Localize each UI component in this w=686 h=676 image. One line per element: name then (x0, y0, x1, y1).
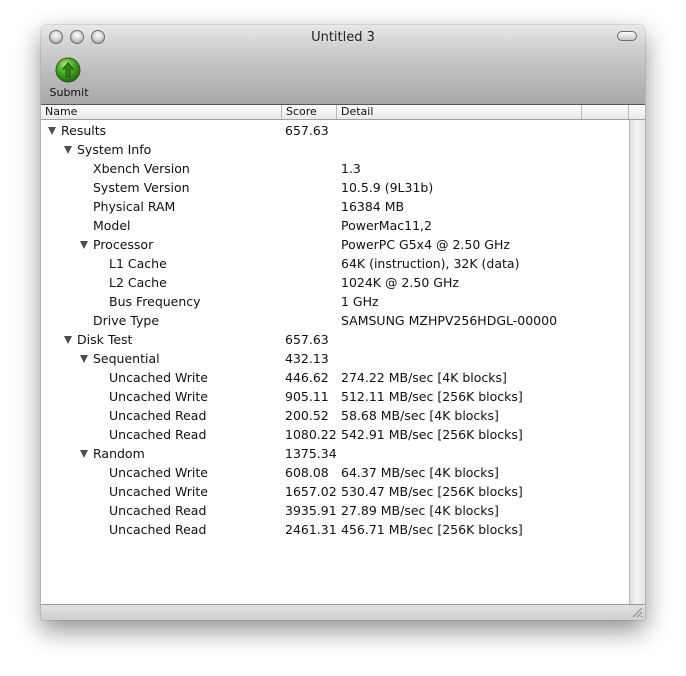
titlebar[interactable]: Untitled 3 Submit (41, 25, 645, 105)
row-score: 657.63 (285, 123, 329, 138)
row-detail: 64.37 MB/sec [4K blocks] (341, 465, 499, 480)
submit-label: Submit (49, 86, 89, 99)
row-detail: 58.68 MB/sec [4K blocks] (341, 408, 499, 423)
row-name: Uncached Write (109, 484, 208, 499)
row-score: 1080.22 (285, 427, 337, 442)
row-name: Processor (93, 237, 154, 252)
row-detail: PowerPC G5x4 @ 2.50 GHz (341, 237, 510, 252)
row-detail: 10.5.9 (9L31b) (341, 180, 434, 195)
row-score: 200.52 (285, 408, 329, 423)
column-header-extra (582, 105, 629, 119)
row-name: Uncached Read (109, 522, 207, 537)
outline-row[interactable]: Disk Test 657.63 (41, 330, 629, 349)
row-name: Uncached Write (109, 370, 208, 385)
disclosure-triangle-icon[interactable] (64, 336, 72, 344)
outline-row[interactable]: Random 1375.34 (41, 444, 629, 463)
row-name: Disk Test (77, 332, 133, 347)
outline-row[interactable]: Uncached Read 3935.91 27.89 MB/sec [4K blo… (41, 501, 629, 520)
row-detail: 16384 MB (341, 199, 405, 214)
green-up-arrow-icon (55, 57, 81, 83)
outline-row[interactable]: Model PowerMac11,2 (41, 216, 629, 235)
outline-row[interactable]: Uncached Write 446.62 274.22 MB/sec [4K bl… (41, 368, 629, 387)
outline-row[interactable]: Uncached Write 1657.02 530.47 MB/sec [256K… (41, 482, 629, 501)
row-detail: 27.89 MB/sec [4K blocks] (341, 503, 499, 518)
row-name: Physical RAM (93, 199, 176, 214)
row-name: Uncached Write (109, 389, 208, 404)
disclosure-triangle-icon[interactable] (80, 355, 88, 363)
row-detail: 64K (instruction), 32K (data) (341, 256, 520, 271)
column-header-detail[interactable]: Detail (337, 105, 582, 119)
row-score: 1657.02 (285, 484, 337, 499)
row-score: 905.11 (285, 389, 329, 404)
row-score: 446.62 (285, 370, 329, 385)
outline-row[interactable]: System Version 10.5.9 (9L31b) (41, 178, 629, 197)
outline-row[interactable]: Results 657.63 (41, 121, 629, 140)
outline-row[interactable]: Physical RAM 16384 MB (41, 197, 629, 216)
row-name: Model (93, 218, 131, 233)
outline-row[interactable]: Processor PowerPC G5x4 @ 2.50 GHz (41, 235, 629, 254)
outline-row[interactable]: L2 Cache 1024K @ 2.50 GHz (41, 273, 629, 292)
row-name: Uncached Read (109, 503, 207, 518)
row-detail: 274.22 MB/sec [4K blocks] (341, 370, 507, 385)
row-detail: 512.11 MB/sec [256K blocks] (341, 389, 523, 404)
row-name: Results (61, 123, 107, 138)
outline-row[interactable]: L1 Cache 64K (instruction), 32K (data) (41, 254, 629, 273)
row-detail: 456.71 MB/sec [256K blocks] (341, 522, 523, 537)
row-score: 1375.34 (285, 446, 337, 461)
outline-row[interactable]: Uncached Read 1080.22 542.91 MB/sec [256K … (41, 425, 629, 444)
outline-row[interactable]: Uncached Write 905.11 512.11 MB/sec [256K … (41, 387, 629, 406)
row-detail: 530.47 MB/sec [256K blocks] (341, 484, 523, 499)
row-score: 432.13 (285, 351, 329, 366)
row-name: Xbench Version (93, 161, 190, 176)
row-name: Uncached Read (109, 408, 207, 423)
row-score: 657.63 (285, 332, 329, 347)
row-name: Drive Type (93, 313, 160, 328)
outline-row[interactable]: Bus Frequency 1 GHz (41, 292, 629, 311)
window-title: Untitled 3 (311, 30, 375, 45)
row-name: System Info (77, 142, 152, 157)
row-score: 608.08 (285, 465, 329, 480)
outline-row[interactable]: Sequential 432.13 (41, 349, 629, 368)
row-name: L1 Cache (109, 256, 167, 271)
row-name: System Version (93, 180, 190, 195)
toolbar-toggle-button[interactable] (617, 31, 637, 41)
row-score: 3935.91 (285, 503, 337, 518)
row-name: Sequential (93, 351, 160, 366)
vertical-scrollbar[interactable] (629, 120, 645, 604)
outline-row[interactable]: System Info (41, 140, 629, 159)
row-name: Uncached Read (109, 427, 207, 442)
outline-row[interactable]: Xbench Version 1.3 (41, 159, 629, 178)
resize-grip-icon[interactable] (632, 607, 643, 618)
row-detail: 1024K @ 2.50 GHz (341, 275, 459, 290)
row-name: Uncached Write (109, 465, 208, 480)
row-detail: SAMSUNG MZHPV256HDGL-00000 (341, 313, 558, 328)
results-outline[interactable]: Results 657.63 System Info Xbench Version 1.… (41, 120, 629, 604)
row-name: L2 Cache (109, 275, 167, 290)
outline-row[interactable]: Uncached Read 200.52 58.68 MB/sec [4K bloc… (41, 406, 629, 425)
outline-row[interactable]: Uncached Read 2461.31 456.71 MB/sec [256K … (41, 520, 629, 539)
column-header-score[interactable]: Score (282, 105, 337, 119)
outline-row[interactable]: Drive Type SAMSUNG MZHPV256HDGL-00000 (41, 311, 629, 330)
disclosure-triangle-icon[interactable] (48, 127, 56, 135)
row-name: Bus Frequency (109, 294, 201, 309)
disclosure-triangle-icon[interactable] (80, 241, 88, 249)
disclosure-triangle-icon[interactable] (80, 450, 88, 458)
app-window: Untitled 3 Submit Name Score Detail Resu… (41, 25, 645, 620)
row-name: Random (93, 446, 145, 461)
row-detail: 1.3 (341, 161, 361, 176)
status-bar (41, 604, 645, 620)
row-detail: 1 GHz (341, 294, 379, 309)
outline-header: Name Score Detail (41, 105, 645, 120)
outline-row[interactable]: Uncached Write 608.08 64.37 MB/sec [4K blo… (41, 463, 629, 482)
row-detail: 542.91 MB/sec [256K blocks] (341, 427, 523, 442)
row-score: 2461.31 (285, 522, 337, 537)
column-header-name[interactable]: Name (41, 105, 282, 119)
row-detail: PowerMac11,2 (341, 218, 432, 233)
submit-button[interactable]: Submit (49, 55, 89, 101)
disclosure-triangle-icon[interactable] (64, 146, 72, 154)
